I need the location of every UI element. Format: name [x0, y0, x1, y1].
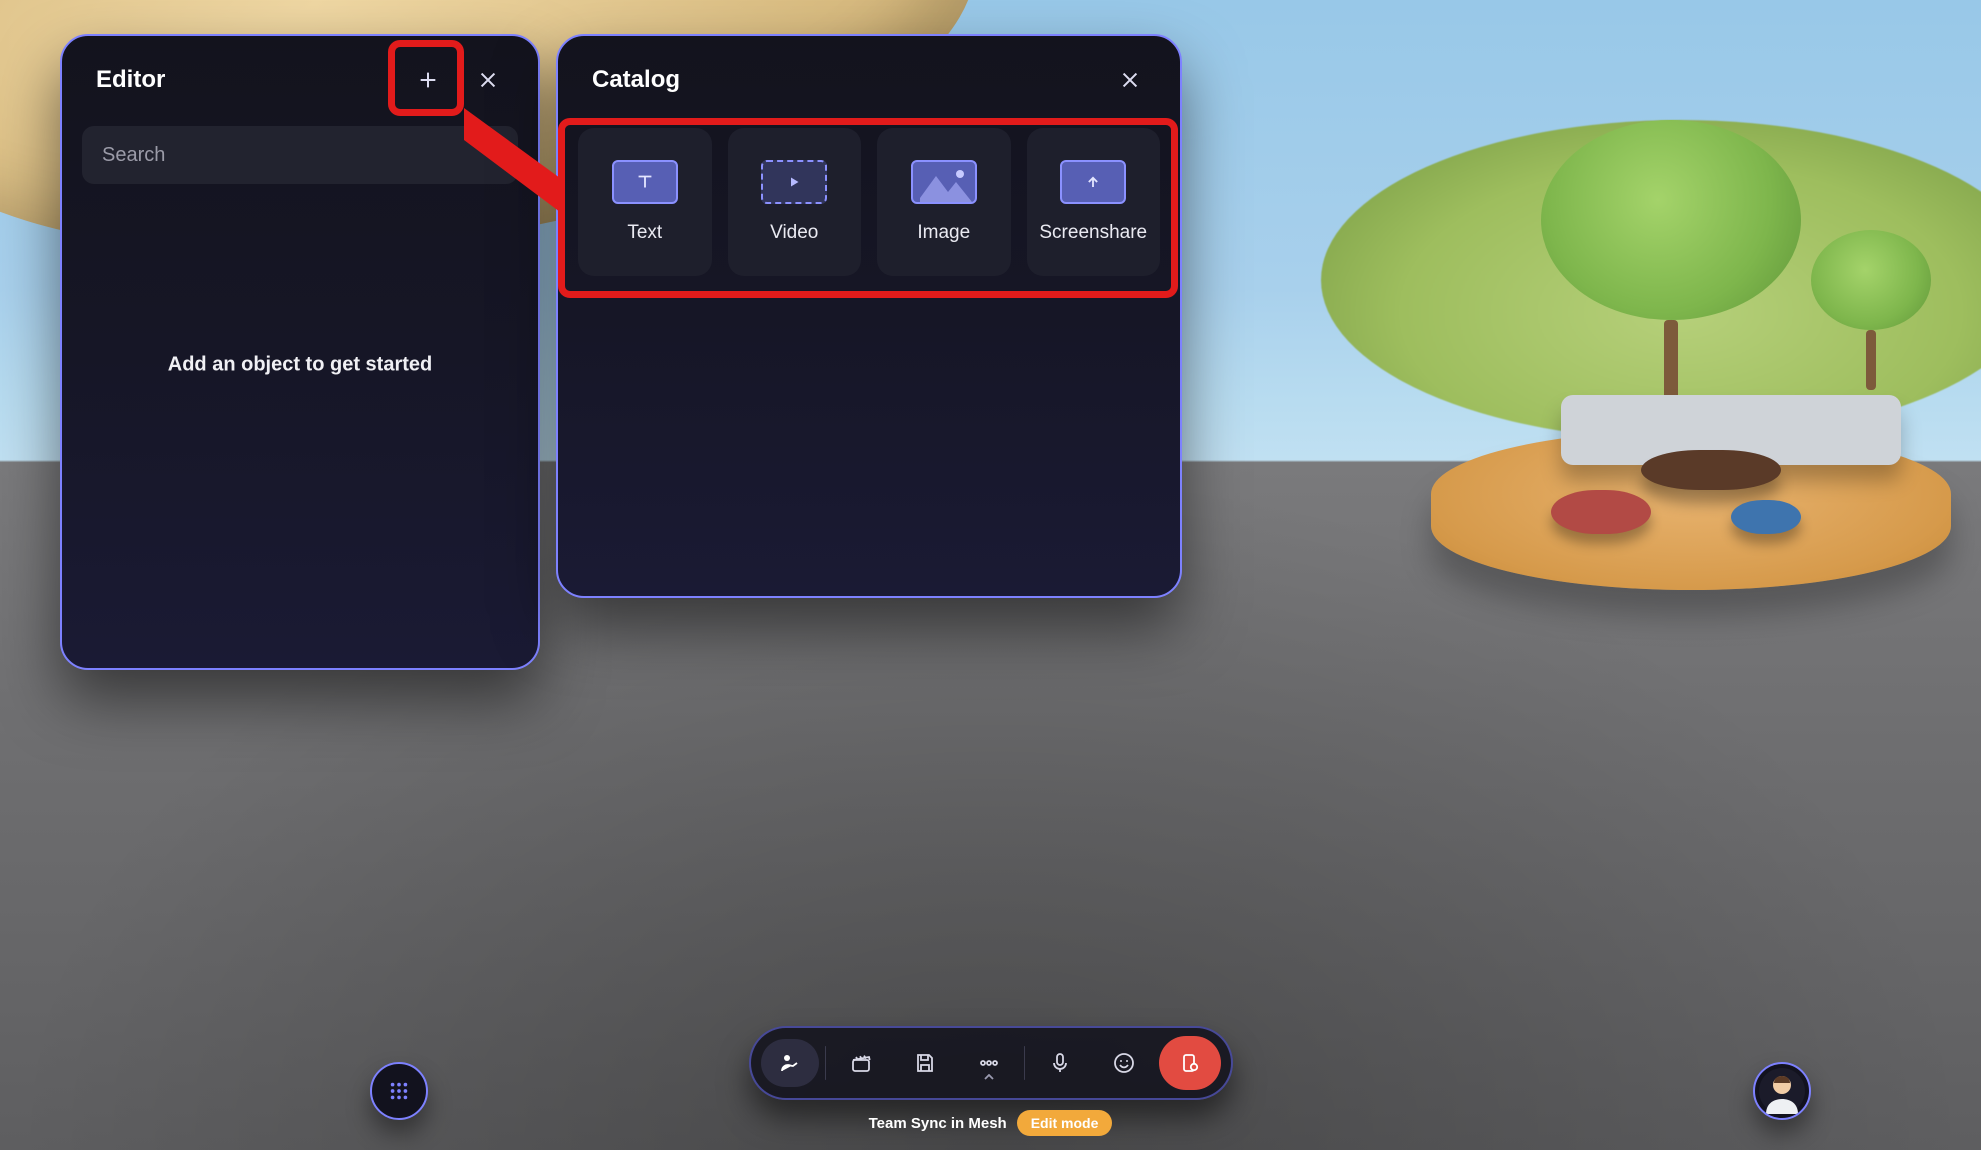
editor-empty-message: Add an object to get started: [62, 353, 538, 376]
text-icon: [612, 160, 678, 204]
chevron-up-icon: [984, 1067, 994, 1085]
save-icon: [913, 1051, 937, 1075]
close-icon: [1119, 69, 1141, 91]
pouf-decor: [1551, 490, 1651, 534]
clapper-icon: [849, 1051, 873, 1075]
save-button[interactable]: [896, 1039, 954, 1087]
hud-toolbar: [749, 1026, 1233, 1100]
catalog-tile-image[interactable]: Image: [877, 128, 1011, 276]
hud-separator: [825, 1046, 826, 1080]
close-catalog-button[interactable]: [1108, 58, 1152, 102]
search-placeholder: Search: [102, 144, 165, 167]
mic-icon: [1048, 1051, 1072, 1075]
editor-panel: Editor Search Add an object to get start…: [60, 34, 540, 670]
leave-icon: [1178, 1051, 1202, 1075]
reactions-button[interactable]: [1095, 1039, 1153, 1087]
tree-decor: [1811, 230, 1931, 390]
tree-decor: [1541, 120, 1801, 410]
catalog-tile-label: Screenshare: [1039, 222, 1147, 244]
plus-icon: [417, 69, 439, 91]
session-name: Team Sync in Mesh: [869, 1115, 1007, 1132]
editor-title: Editor: [96, 66, 165, 94]
catalog-title: Catalog: [592, 66, 680, 94]
clapper-button[interactable]: [832, 1039, 890, 1087]
catalog-tile-label: Image: [917, 222, 970, 244]
pouf-decor: [1731, 500, 1801, 534]
video-icon: [761, 160, 827, 204]
catalog-tile-screenshare[interactable]: Screenshare: [1027, 128, 1161, 276]
screenshare-icon: [1060, 160, 1126, 204]
catalog-tile-label: Video: [770, 222, 818, 244]
coffee-table-decor: [1641, 450, 1781, 490]
hud-separator: [1024, 1046, 1025, 1080]
catalog-tile-text[interactable]: Text: [578, 128, 712, 276]
close-icon: [477, 69, 499, 91]
avatar-pose-button[interactable]: [761, 1039, 819, 1087]
status-row: Team Sync in Mesh Edit mode: [869, 1110, 1113, 1136]
smile-icon: [1112, 1051, 1136, 1075]
add-object-button[interactable]: [406, 58, 450, 102]
catalog-panel: Catalog Text Video Image: [556, 34, 1182, 598]
catalog-tile-video[interactable]: Video: [728, 128, 862, 276]
edit-mode-badge: Edit mode: [1017, 1110, 1113, 1136]
mic-button[interactable]: [1031, 1039, 1089, 1087]
catalog-grid: Text Video Image Screenshare: [558, 112, 1180, 276]
catalog-tile-label: Text: [627, 222, 662, 244]
close-editor-button[interactable]: [466, 58, 510, 102]
search-input[interactable]: Search: [82, 126, 518, 184]
avatar-pose-icon: [778, 1051, 802, 1075]
more-button[interactable]: [960, 1039, 1018, 1087]
leave-button[interactable]: [1159, 1036, 1221, 1090]
image-icon: [911, 160, 977, 204]
